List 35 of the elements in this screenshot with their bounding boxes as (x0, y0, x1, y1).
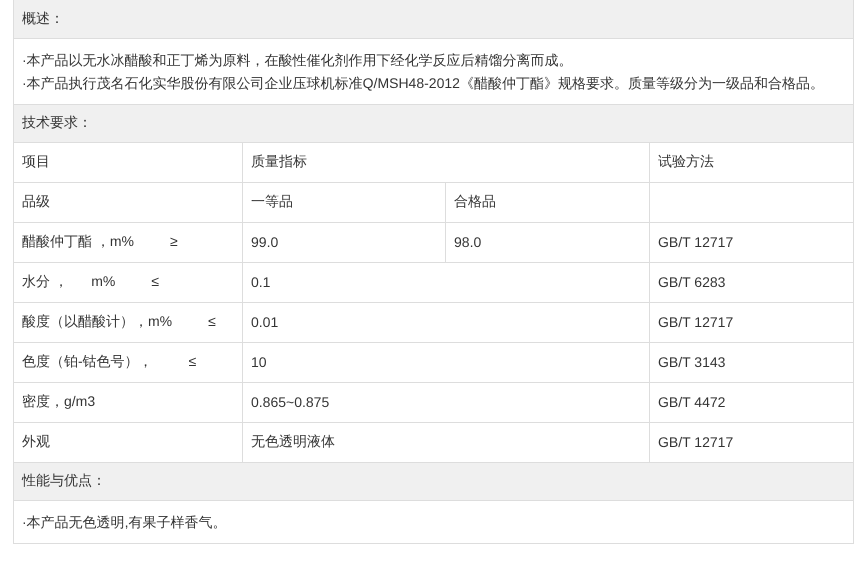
table-cell: 99.0 (242, 222, 446, 262)
table-cell: GB/T 12717 (650, 222, 854, 262)
item-label: 密度，g/m3 (22, 393, 96, 409)
section-heading: 概述： (14, 0, 854, 38)
item-label: 外观 (22, 433, 50, 449)
table-cell: 0.1 (242, 262, 650, 302)
table-cell: 项目 (14, 142, 242, 182)
table-cell: 0.865~0.875 (242, 382, 650, 422)
table-cell: 无色透明液体 (242, 422, 650, 462)
table-cell: GB/T 3143 (650, 342, 854, 382)
paragraph: ·本产品执行茂名石化实华股份有限公司企业压球机标准Q/MSH48-2012《醋酸仲丁酯》规格要求。质量等级分为一级品和合格品。 (22, 74, 825, 93)
comparison-sign: ≤ (208, 313, 216, 329)
table-cell: 试验方法 (650, 142, 854, 182)
section-heading: 性能与优点： (14, 462, 854, 500)
paragraph: ·本产品以无水冰醋酸和正丁烯为原料，在酸性催化剂作用下经化学反应后精馏分离而成。 (22, 50, 574, 70)
item-label: 色度（铂-钴色号）， (22, 353, 153, 369)
item-label: 水分 ， m% (22, 273, 116, 289)
comparison-sign: ≤ (151, 273, 160, 289)
table-cell: GB/T 6283 (650, 262, 854, 302)
table-cell: 98.0 (446, 222, 650, 262)
table-cell: GB/T 4472 (650, 382, 854, 422)
table-cell: GB/T 12717 (650, 302, 854, 342)
table-cell: GB/T 12717 (650, 422, 854, 462)
table-cell: 10 (242, 342, 650, 382)
item-label: 酸度（以醋酸计），m% (22, 313, 172, 329)
item-label: 醋酸仲丁酯 ，m% (22, 233, 134, 249)
table-cell: 质量指标 (242, 142, 650, 182)
table-cell: 合格品 (446, 182, 650, 222)
comparison-sign: ≤ (188, 353, 196, 369)
section-heading: 技术要求： (14, 104, 854, 142)
table-cell: 一等品 (242, 182, 446, 222)
paragraph: ·本产品无色透明,有果子样香气。 (22, 512, 228, 532)
table-cell: 0.01 (242, 302, 650, 342)
table-cell: 品级 (14, 182, 242, 222)
comparison-sign: ≥ (170, 233, 178, 249)
